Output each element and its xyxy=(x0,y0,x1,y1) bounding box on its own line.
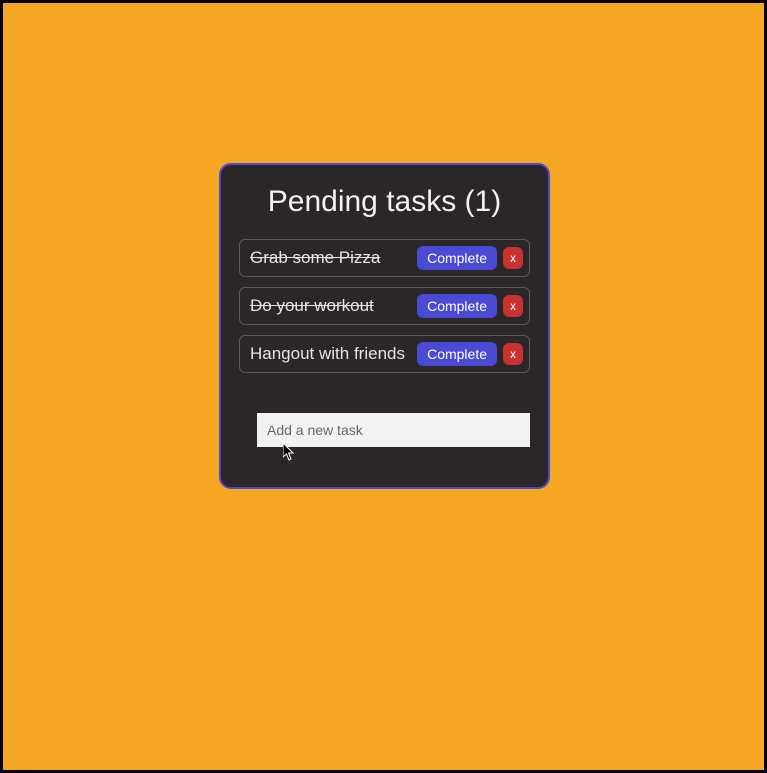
complete-button[interactable]: Complete xyxy=(417,342,497,366)
new-task-input[interactable] xyxy=(257,413,530,447)
complete-button[interactable]: Complete xyxy=(417,246,497,270)
pending-count: 1 xyxy=(475,185,492,218)
delete-button[interactable]: x xyxy=(503,343,523,365)
delete-button[interactable]: x xyxy=(503,295,523,317)
task-actions: Complete x xyxy=(417,294,523,318)
task-text: Hangout with friends xyxy=(250,344,417,364)
task-card: Pending tasks (1) Grab some Pizza Comple… xyxy=(219,163,550,489)
task-text: Do your workout xyxy=(250,296,417,316)
title-text: Pending tasks xyxy=(268,185,456,218)
task-text: Grab some Pizza xyxy=(250,248,417,268)
task-row: Grab some Pizza Complete x xyxy=(239,239,530,277)
task-actions: Complete x xyxy=(417,246,523,270)
task-actions: Complete x xyxy=(417,342,523,366)
task-row: Do your workout Complete x xyxy=(239,287,530,325)
task-list: Grab some Pizza Complete x Do your worko… xyxy=(239,239,530,373)
page-title: Pending tasks (1) xyxy=(239,185,530,219)
task-row: Hangout with friends Complete x xyxy=(239,335,530,373)
input-wrapper xyxy=(239,413,530,447)
delete-button[interactable]: x xyxy=(503,247,523,269)
complete-button[interactable]: Complete xyxy=(417,294,497,318)
